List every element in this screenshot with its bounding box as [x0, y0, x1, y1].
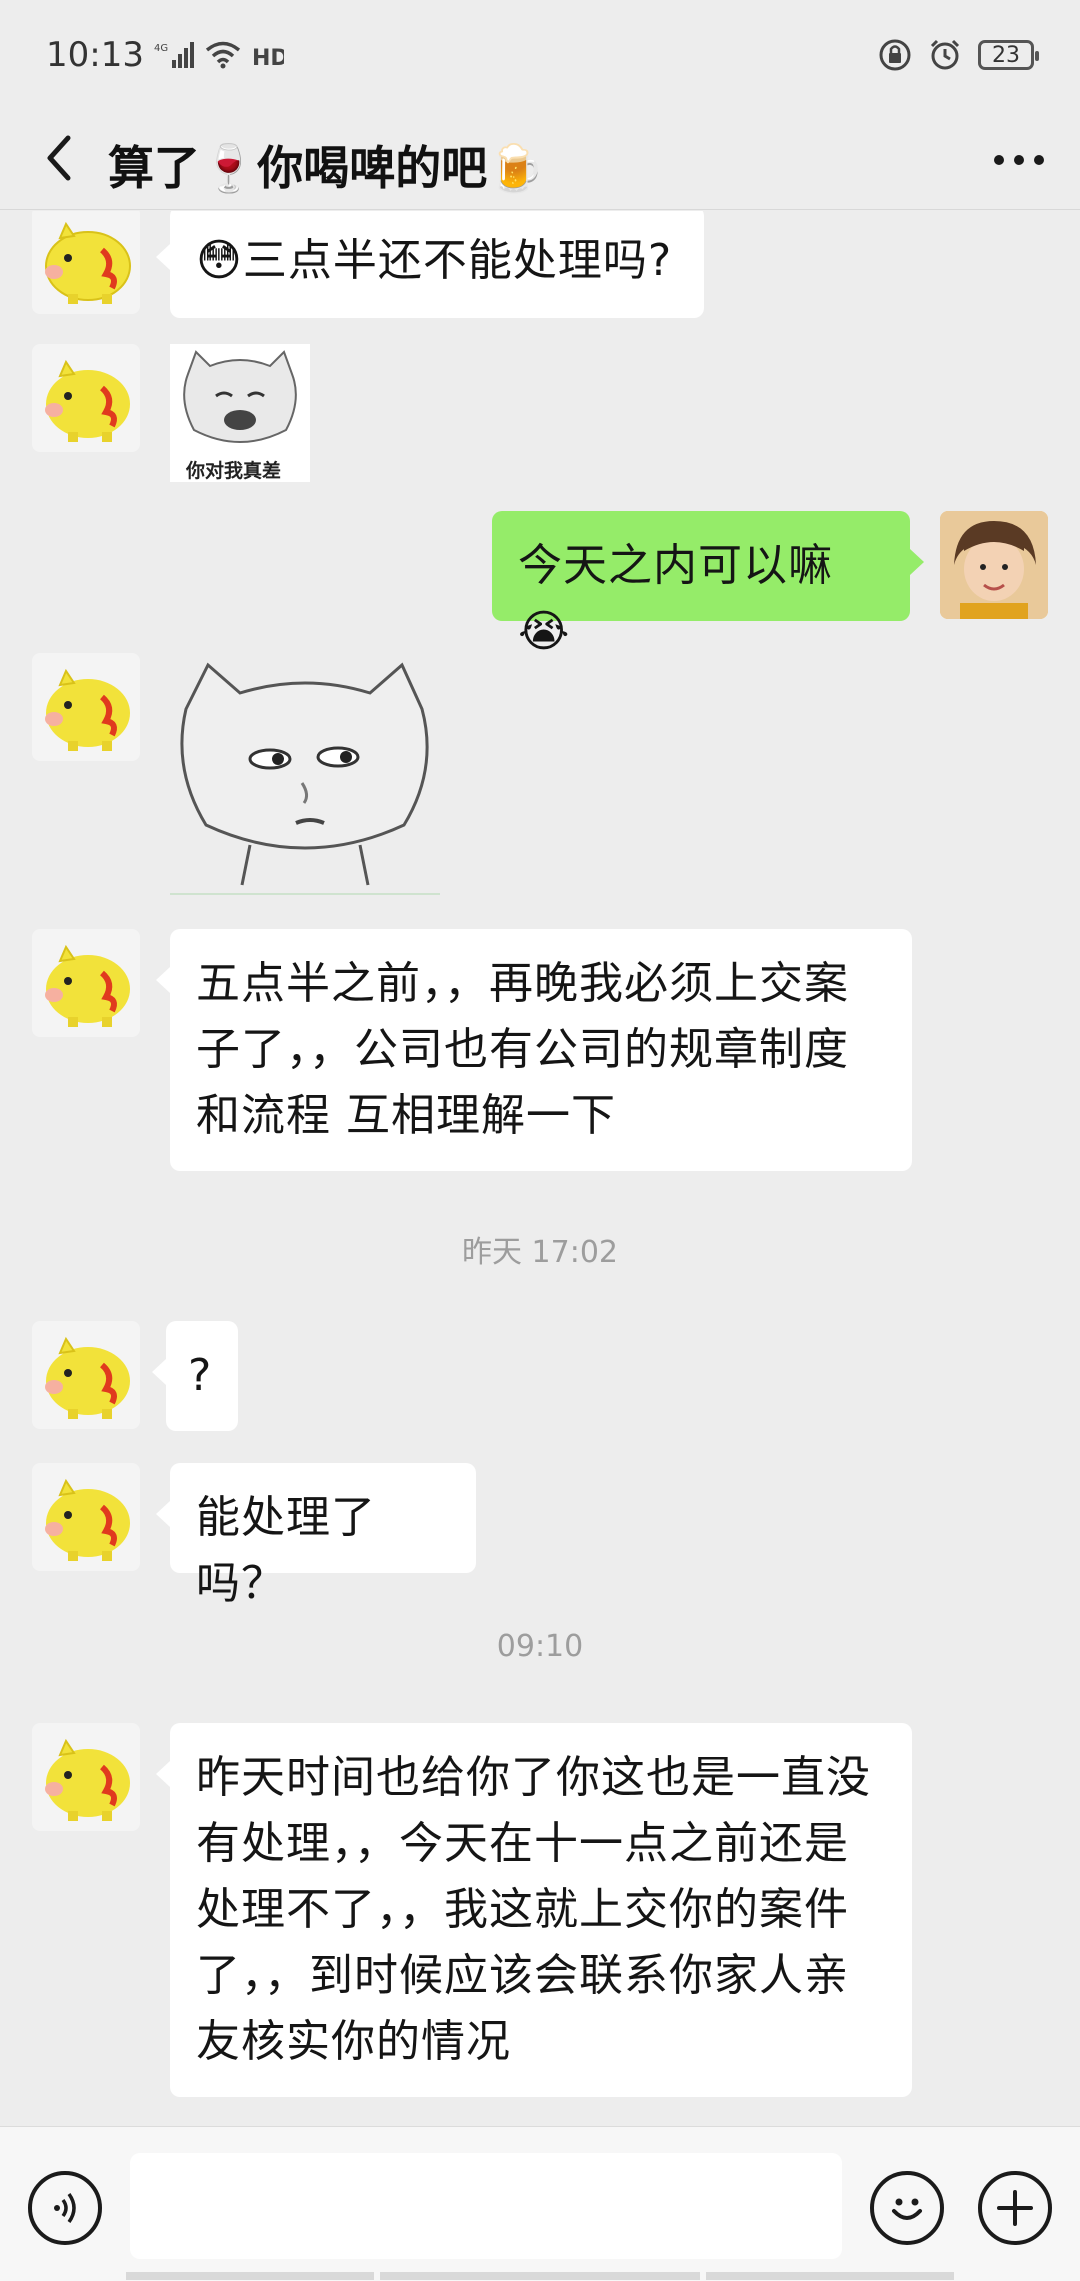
pig-avatar-icon [45, 1478, 130, 1561]
more-dots-icon[interactable] [984, 132, 1054, 188]
crying-sticker[interactable]: 你对我真差 [170, 344, 310, 482]
contact-avatar[interactable] [32, 929, 140, 1037]
side-eye-sticker[interactable] [170, 649, 440, 899]
message-input[interactable] [130, 2153, 842, 2259]
message-text: 五点半之前，，再晚我必须上交案子了，，公司也有公司的规章制度和流程 互相理解一下 [196, 958, 849, 1141]
plus-icon[interactable] [978, 2171, 1052, 2245]
my-avatar[interactable] [940, 511, 1048, 619]
contact-avatar[interactable] [32, 1723, 140, 1831]
contact-avatar[interactable] [32, 344, 140, 452]
side-eye-face-sticker-icon [170, 662, 440, 895]
status-bar-left: 10:13 4G HD [46, 35, 284, 75]
message-text: 能处理了吗？ [196, 1492, 376, 1609]
pig-avatar-icon [45, 1336, 130, 1419]
keyboard-strip [126, 2272, 374, 2280]
emoji-icon[interactable] [870, 2171, 944, 2245]
status-bar: 10:13 4G HD 23 [0, 0, 1080, 110]
pig-avatar-icon [45, 668, 130, 751]
message-bubble[interactable]: 能处理了吗？ [156, 1463, 476, 1609]
message-text: ? [188, 1350, 213, 1401]
network-label: 4G [154, 43, 168, 54]
message-text: 😳三点半还不能处理吗? [196, 235, 673, 286]
timestamp: 昨天 17:02 [462, 1235, 618, 1270]
message-text: 今天之内可以嘛😭 [518, 540, 833, 657]
hd-label: HD [252, 46, 284, 70]
back-arrow-icon[interactable] [30, 128, 90, 188]
battery-icon: 23 [978, 40, 1039, 70]
keyboard-strip [380, 2272, 700, 2280]
chat-header: 算了🍷你喝啤的吧🍺 [0, 110, 1080, 210]
message-bubble[interactable]: 😳三点半还不能处理吗? [156, 211, 704, 318]
keyboard-strip [706, 2272, 954, 2280]
chat-title: 算了🍷你喝啤的吧🍺 [108, 141, 545, 195]
message-list[interactable]: 😳三点半还不能处理吗? 你对我真差 今天之内可以嘛😭 五点半之前，，再晚我必须上… [0, 211, 1080, 2126]
status-bar-right: 23 [878, 38, 1039, 72]
contact-avatar[interactable] [32, 1321, 140, 1429]
sticker-caption: 你对我真差 [186, 460, 282, 482]
message-bubble[interactable]: 五点半之前，，再晚我必须上交案子了，，公司也有公司的规章制度和流程 互相理解一下 [156, 929, 912, 1171]
clock: 10:13 [46, 35, 144, 75]
rotation-lock-icon [878, 38, 912, 72]
voice-icon[interactable] [28, 2171, 102, 2245]
hd-icon: HD [252, 40, 284, 70]
pig-avatar-icon [45, 944, 130, 1027]
sent-message-bubble[interactable]: 今天之内可以嘛😭 [492, 511, 924, 657]
child-photo-avatar-icon [940, 511, 1048, 619]
pig-avatar-icon [45, 359, 130, 442]
cellular-signal-icon: 4G [154, 40, 194, 70]
contact-avatar[interactable] [32, 653, 140, 761]
timestamp: 09:10 [496, 1629, 584, 1664]
wifi-icon [204, 40, 242, 70]
alarm-icon [928, 38, 962, 72]
contact-avatar[interactable] [32, 1463, 140, 1571]
pig-avatar-icon [45, 1738, 130, 1821]
contact-avatar[interactable] [32, 211, 140, 314]
pig-avatar-icon [45, 221, 131, 304]
battery-level: 23 [992, 42, 1020, 68]
message-text: 昨天时间也给你了你这也是一直没有处理，，今天在十一点之前还是处理不了，，我这就上… [196, 1752, 871, 2067]
message-bubble[interactable]: ? [152, 1321, 238, 1431]
input-bar [0, 2126, 1080, 2281]
message-bubble[interactable]: 昨天时间也给你了你这也是一直没有处理，，今天在十一点之前还是处理不了，，我这就上… [156, 1723, 912, 2097]
